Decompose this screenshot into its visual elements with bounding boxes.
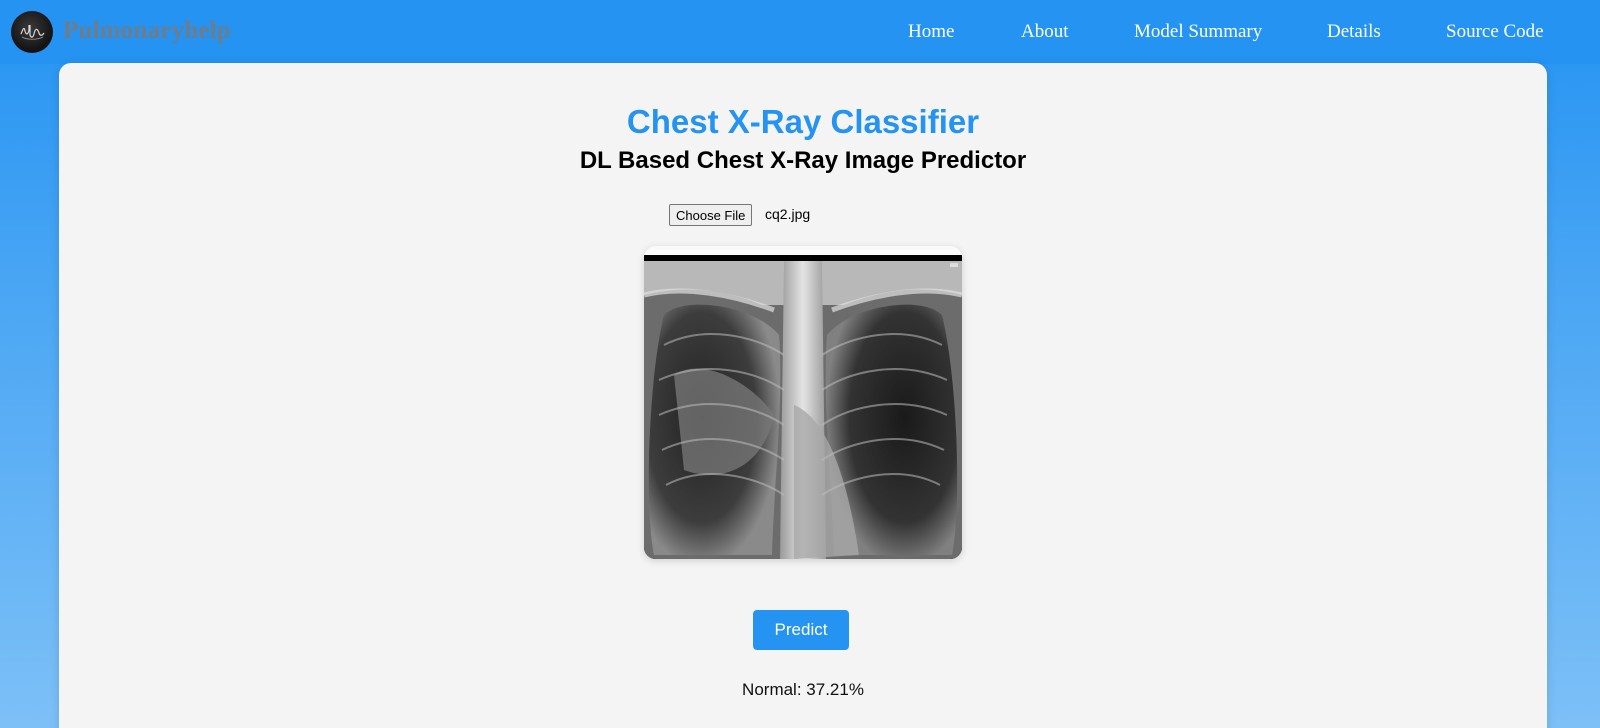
nav-home[interactable]: Home [908,21,954,43]
page-title: Chest X-Ray Classifier [626,103,980,140]
nav-about[interactable]: About [1021,21,1069,43]
nav-details[interactable]: Details [1327,21,1381,43]
lungs-logo-icon[interactable] [11,11,53,53]
choose-file-button[interactable]: Choose File [669,204,753,226]
nav-source-code[interactable]: Source Code [1446,21,1544,43]
nav-model-summary[interactable]: Model Summary [1134,21,1262,43]
selected-file-name: cq2.jpg [765,206,811,222]
main-card: Chest X-Ray Classifier DL Based Chest X-… [59,63,1547,728]
brand-name[interactable]: Pulmonaryhelp [63,17,231,45]
chest-xray-image [644,255,962,559]
prediction-result: Normal: 37.21% [742,680,864,699]
top-navbar: Pulmonaryhelp Home About Model Summary D… [0,0,1600,64]
page-subtitle: DL Based Chest X-Ray Image Predictor [579,147,1027,174]
predict-button[interactable]: Predict [753,610,849,650]
xray-preview [644,246,962,559]
